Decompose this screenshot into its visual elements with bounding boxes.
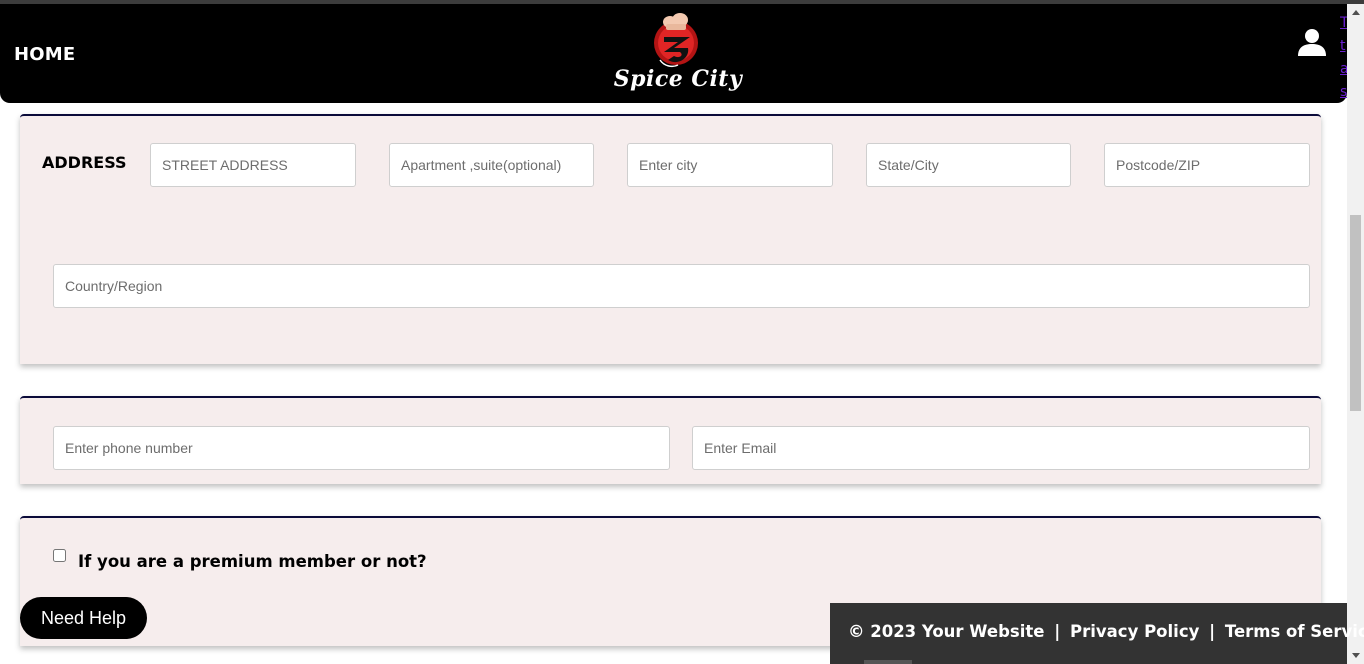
scroll-down-arrow-icon[interactable]	[1352, 653, 1360, 658]
footer-separator: |	[1054, 622, 1061, 641]
country-region-input[interactable]	[53, 264, 1310, 308]
premium-member-label: If you are a premium member or not?	[78, 552, 427, 571]
premium-member-checkbox[interactable]	[53, 549, 66, 562]
navbar: HOME Spice City T t a s	[0, 4, 1349, 103]
street-address-input[interactable]	[150, 143, 356, 187]
phone-input[interactable]	[53, 426, 670, 470]
apartment-input[interactable]	[389, 143, 594, 187]
need-help-button[interactable]: Need Help	[20, 597, 147, 639]
terms-of-service-link[interactable]: Terms of Service	[1225, 622, 1364, 641]
address-card: ADDRESS	[20, 114, 1321, 364]
bottom-strip	[864, 660, 912, 664]
nav-home-link[interactable]: HOME	[14, 44, 75, 65]
privacy-policy-link[interactable]: Privacy Policy	[1070, 622, 1199, 641]
contact-card	[20, 396, 1321, 484]
footer-copyright: © 2023 Your Website	[848, 622, 1045, 641]
footer-separator: |	[1209, 622, 1216, 641]
email-input[interactable]	[692, 426, 1310, 470]
city-input[interactable]	[627, 143, 833, 187]
footer: © 2023 Your Website | Privacy Policy | T…	[830, 603, 1364, 664]
scroll-thumb[interactable]	[1350, 215, 1361, 411]
page-scrollbar[interactable]	[1347, 4, 1364, 664]
chef-logo-icon	[654, 13, 698, 68]
scroll-up-arrow-icon[interactable]	[1352, 10, 1360, 15]
logo-text: Spice City	[613, 66, 743, 92]
state-input[interactable]	[866, 143, 1071, 187]
postcode-input[interactable]	[1104, 143, 1310, 187]
address-label: ADDRESS	[42, 153, 127, 172]
logo[interactable]: Spice City	[608, 10, 748, 98]
user-icon[interactable]	[1297, 28, 1327, 56]
